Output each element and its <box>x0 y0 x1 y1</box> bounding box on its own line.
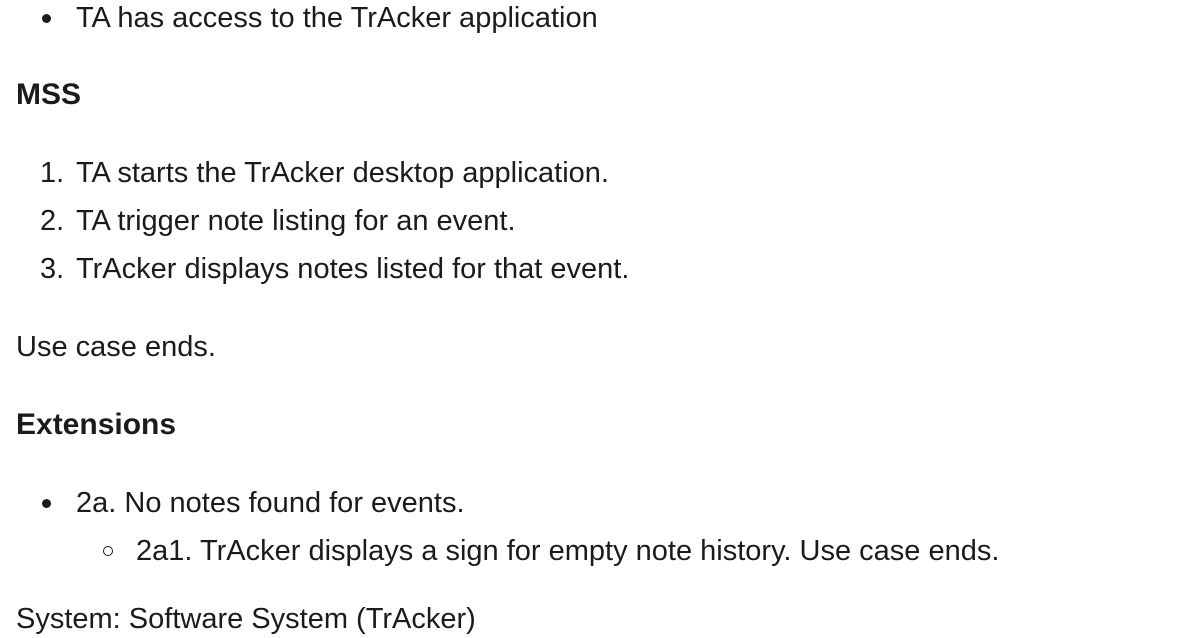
step-text: TrAcker displays notes listed for that e… <box>76 253 630 285</box>
step-number: 2. <box>40 205 65 237</box>
bullet-icon <box>42 499 51 508</box>
step-number: 3. <box>40 253 65 285</box>
mss-step: 1. TA starts the TrAcker desktop applica… <box>16 149 629 197</box>
next-section-title: System: Software System (TrAcker) <box>16 603 476 635</box>
extension-sub-item: 2a1. TrAcker displays a sign for empty n… <box>16 527 999 575</box>
preconditions-list: TA has access to the TrAcker application <box>16 0 598 37</box>
step-text: TA trigger note listing for an event. <box>76 205 516 237</box>
extension-sub-text: 2a1. TrAcker displays a sign for empty n… <box>136 535 1000 567</box>
extensions-list: 2a. No notes found for events. 2a1. TrAc… <box>16 479 999 575</box>
mss-steps-list: 1. TA starts the TrAcker desktop applica… <box>16 149 629 293</box>
bullet-icon <box>42 14 51 23</box>
extensions-heading: Extensions <box>16 408 177 441</box>
precondition-text: TA has access to the TrAcker application <box>76 2 598 34</box>
mss-step: 3. TrAcker displays notes listed for tha… <box>16 245 629 293</box>
extension-item: 2a. No notes found for events. <box>16 479 999 527</box>
mss-heading: MSS <box>16 78 82 111</box>
extension-text: 2a. No notes found for events. <box>76 487 465 519</box>
precondition-item: TA has access to the TrAcker application <box>16 0 598 37</box>
step-number: 1. <box>40 157 65 189</box>
step-text: TA starts the TrAcker desktop applicatio… <box>76 157 609 189</box>
hollow-bullet-icon <box>103 546 113 556</box>
mss-step: 2. TA trigger note listing for an event. <box>16 197 629 245</box>
use-case-end-text: Use case ends. <box>16 331 216 363</box>
